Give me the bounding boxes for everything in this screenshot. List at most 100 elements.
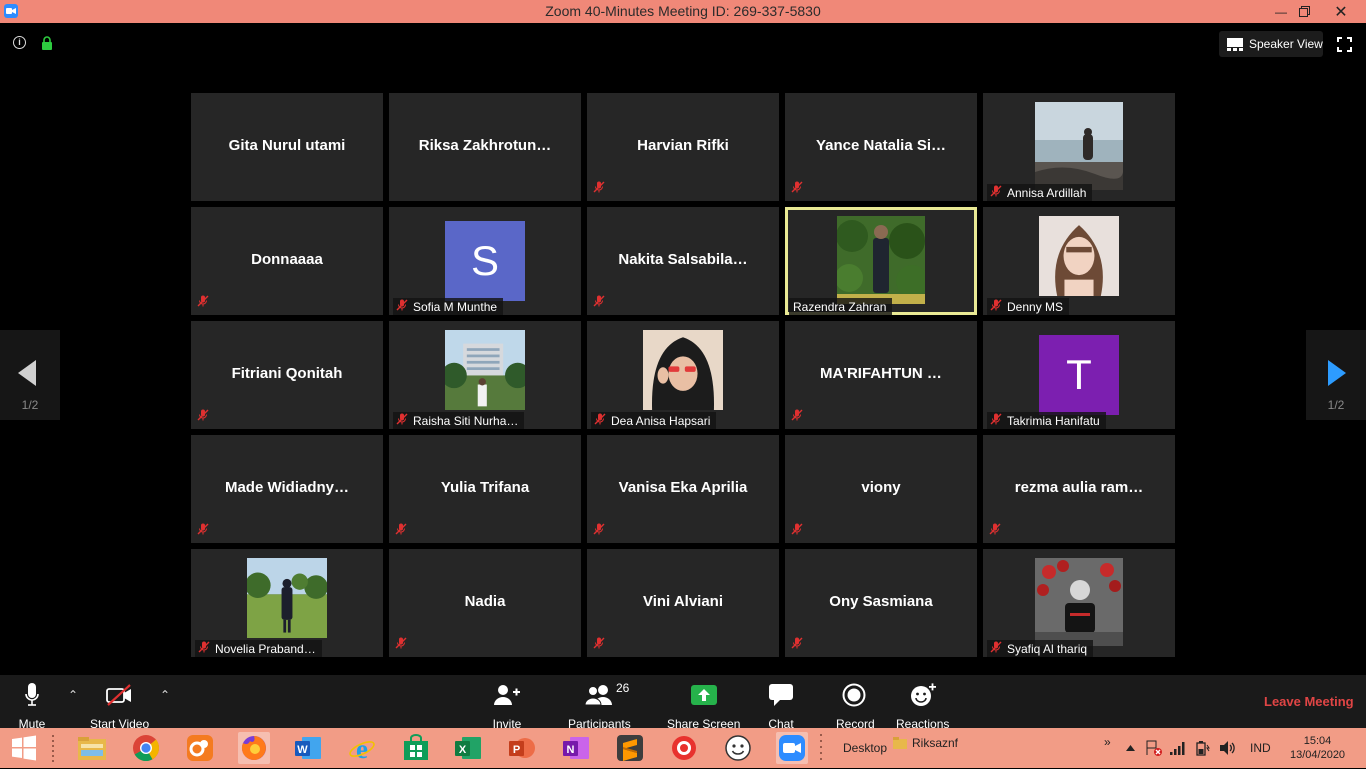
internet-explorer-button[interactable]: e — [346, 732, 378, 764]
excel-icon: X — [455, 737, 481, 759]
participant-name-label: Denny MS — [987, 298, 1070, 315]
firefox-button[interactable] — [238, 732, 270, 764]
participants-count: 26 — [616, 681, 630, 695]
show-hidden-icons[interactable] — [1126, 728, 1135, 768]
muted-mic-icon — [396, 413, 408, 428]
participant-tile[interactable]: Novelia Praband… — [191, 549, 383, 657]
volume-icon[interactable] — [1220, 728, 1236, 768]
participant-tile[interactable]: Nadia — [389, 549, 581, 657]
participant-tile[interactable]: rezma aulia ram… — [983, 435, 1175, 543]
folder-icon — [78, 737, 106, 760]
folder-shortcut[interactable]: Riksaznf — [893, 728, 958, 768]
participant-tile[interactable]: Yulia Trifana — [389, 435, 581, 543]
share-screen-icon — [690, 685, 717, 705]
store-button[interactable] — [400, 732, 432, 764]
chat-button[interactable]: Chat — [768, 681, 794, 731]
info-icon[interactable]: i — [13, 36, 26, 49]
participant-tile[interactable]: Denny MS — [983, 207, 1175, 315]
taskbar-clock[interactable]: 15:04 13/04/2020 — [1290, 734, 1345, 762]
face-app-button[interactable] — [722, 732, 754, 764]
recorder-button[interactable] — [668, 732, 700, 764]
language-indicator[interactable]: IND — [1250, 728, 1271, 768]
previous-page-button[interactable]: 1/2 — [0, 330, 60, 420]
participant-name: Vanisa Eka Aprilia — [618, 479, 748, 496]
participant-tile[interactable]: Made Widiadny… — [191, 435, 383, 543]
participant-name-label: Dea Anisa Hapsari — [591, 412, 717, 429]
participant-tile[interactable]: S Sofia M Munthe — [389, 207, 581, 315]
invite-button[interactable]: Invite — [490, 681, 524, 731]
participant-tile[interactable]: Dea Anisa Hapsari — [587, 321, 779, 429]
next-page-button[interactable]: 1/2 — [1306, 330, 1366, 420]
clock-time: 15:04 — [1303, 735, 1332, 747]
gallery-grid: Gita Nurul utami Riksa Zakhrotun… Harvian … — [191, 93, 1175, 657]
chat-icon — [769, 684, 793, 706]
uc-browser-icon — [187, 735, 213, 761]
close-button[interactable]: ✕ — [1321, 0, 1361, 23]
video-options-caret[interactable]: ⌃ — [160, 688, 170, 702]
participant-name-label: Novelia Praband… — [195, 640, 322, 657]
maximize-button[interactable] — [1289, 0, 1319, 23]
speaker-view-button[interactable]: Speaker View — [1219, 31, 1323, 57]
chrome-button[interactable] — [130, 732, 162, 764]
participant-tile[interactable]: Donnaaaa — [191, 207, 383, 315]
word-button[interactable]: W — [292, 732, 324, 764]
participant-tile[interactable]: Nakita Salsabila… — [587, 207, 779, 315]
participant-tile[interactable]: Syafiq Al thariq — [983, 549, 1175, 657]
participant-tile[interactable]: Riksa Zakhrotun… — [389, 93, 581, 201]
start-button[interactable] — [8, 732, 40, 764]
powerpoint-icon: P — [509, 738, 535, 758]
muted-mic-icon — [791, 408, 803, 426]
svg-text:N: N — [567, 744, 575, 756]
onenote-button[interactable]: N — [560, 732, 592, 764]
audio-options-caret[interactable]: ⌃ — [68, 688, 78, 702]
mute-button[interactable]: Mute — [14, 681, 50, 731]
uc-browser-button[interactable] — [184, 732, 216, 764]
participant-name: Ony Sasmiana — [829, 593, 933, 610]
participant-tile[interactable]: Gita Nurul utami — [191, 93, 383, 201]
muted-mic-icon — [395, 522, 407, 540]
participant-tile[interactable]: Razendra Zahran — [785, 207, 977, 315]
participant-tile[interactable]: Vanisa Eka Aprilia — [587, 435, 779, 543]
start-video-button[interactable]: Start Video — [90, 681, 149, 731]
word-icon: W — [295, 737, 321, 759]
fullscreen-icon[interactable] — [1337, 37, 1352, 57]
participant-name: Denny MS — [1007, 299, 1064, 314]
overflow-chevron-icon[interactable]: » — [1104, 722, 1111, 762]
participant-name-label: Syafiq Al thariq — [987, 640, 1094, 657]
participant-name-label: Razendra Zahran — [789, 298, 893, 315]
network-flag-icon[interactable] — [1146, 728, 1162, 768]
participant-name-label: Annisa Ardillah — [987, 184, 1093, 201]
task-view-button[interactable] — [44, 732, 64, 764]
muted-mic-icon — [197, 294, 209, 312]
share-screen-button[interactable]: Share Screen — [667, 681, 740, 731]
muted-mic-icon — [594, 413, 606, 428]
participant-tile[interactable]: Ony Sasmiana — [785, 549, 977, 657]
lock-icon[interactable] — [41, 36, 53, 55]
excel-button[interactable]: X — [452, 732, 484, 764]
reactions-button[interactable]: Reactions — [896, 681, 949, 731]
participant-tile[interactable]: viony — [785, 435, 977, 543]
microphone-icon — [25, 683, 39, 706]
muted-mic-icon — [396, 299, 408, 314]
participant-tile[interactable]: MA'RIFAHTUN … — [785, 321, 977, 429]
participant-tile[interactable]: Raisha Siti Nurha… — [389, 321, 581, 429]
powerpoint-button[interactable]: P — [506, 732, 538, 764]
title-bar: Zoom 40-Minutes Meeting ID: 269-337-5830… — [0, 0, 1366, 23]
firefox-icon — [241, 736, 266, 760]
participant-tile[interactable]: Annisa Ardillah — [983, 93, 1175, 201]
desktop-toolbar[interactable]: Desktop — [843, 728, 887, 768]
record-button[interactable]: Record — [836, 681, 875, 731]
participant-tile[interactable]: Harvian Rifki — [587, 93, 779, 201]
file-explorer-button[interactable] — [76, 732, 108, 764]
participant-tile[interactable]: Vini Alviani — [587, 549, 779, 657]
sublime-button[interactable] — [614, 732, 646, 764]
zoom-taskbar-button[interactable] — [776, 732, 808, 764]
muted-mic-icon — [197, 522, 209, 540]
recorder-icon — [672, 736, 696, 760]
participant-tile[interactable]: T Takrimia Hanifatu — [983, 321, 1175, 429]
signal-strength-icon[interactable] — [1170, 728, 1186, 768]
leave-meeting-button[interactable]: Leave Meeting — [1264, 694, 1354, 709]
participant-tile[interactable]: Yance Natalia Si… — [785, 93, 977, 201]
participant-tile[interactable]: Fitriani Qonitah — [191, 321, 383, 429]
battery-icon[interactable] — [1196, 728, 1210, 768]
